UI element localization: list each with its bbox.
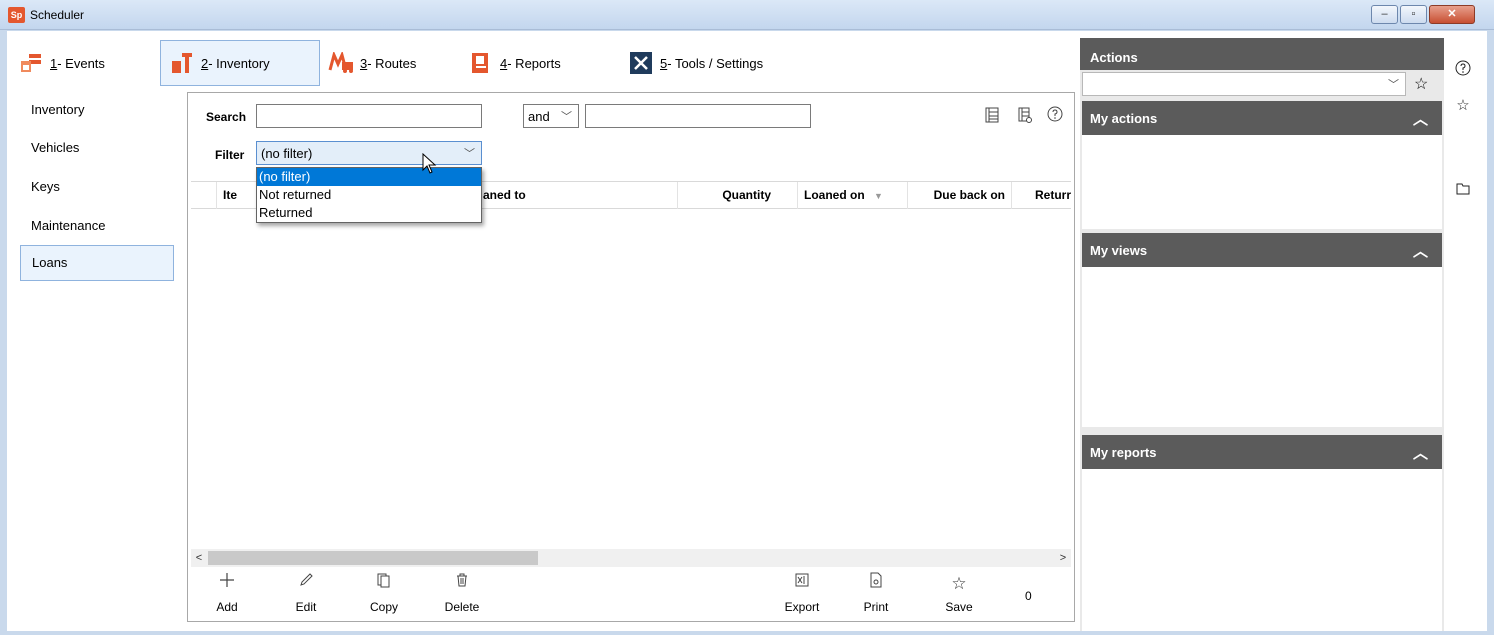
filter-label: Filter xyxy=(215,148,245,162)
collapse-icon[interactable]: ︿ xyxy=(1413,240,1428,261)
tab-label: - Events xyxy=(57,55,105,71)
actions-select[interactable]: ﹀ xyxy=(1082,72,1406,96)
nav-item-vehicles[interactable]: Vehicles xyxy=(20,131,174,165)
folder-icon[interactable] xyxy=(1452,182,1474,199)
column-header-loaned-on[interactable]: Loaned on ▼ xyxy=(797,182,907,209)
help-icon[interactable] xyxy=(1452,60,1474,80)
tab-events[interactable]: 1- Events xyxy=(10,40,113,86)
tab-label: - Routes xyxy=(367,55,417,71)
operator-value: and xyxy=(528,108,550,124)
copy-button[interactable]: Copy xyxy=(354,572,414,614)
dropdown-option-returned[interactable]: Returned xyxy=(257,204,481,222)
trash-icon xyxy=(432,572,492,596)
tab-inventory[interactable]: 2- Inventory xyxy=(160,40,320,86)
copy-label: Copy xyxy=(369,600,398,614)
delete-label: Delete xyxy=(444,600,480,614)
side-icon-strip xyxy=(1446,38,1487,631)
edit-button[interactable]: Edit xyxy=(276,572,336,614)
export-button[interactable]: Export xyxy=(772,572,832,614)
search-input-2[interactable] xyxy=(585,104,811,128)
operator-select[interactable]: and ﹀ xyxy=(523,104,579,128)
add-label: Add xyxy=(216,600,238,614)
star-add-icon: ☆ xyxy=(951,574,967,593)
edit-label: Edit xyxy=(295,600,317,614)
favorites-star-icon[interactable]: ☆ xyxy=(1452,96,1474,114)
tab-tools-settings[interactable]: 5- Tools / Settings xyxy=(620,40,771,86)
export-label: Export xyxy=(784,600,820,614)
mouse-cursor-icon xyxy=(422,152,438,178)
my-reports-title: My reports xyxy=(1090,445,1157,460)
delete-button[interactable]: Delete xyxy=(432,572,492,614)
save-label: Save xyxy=(945,600,973,614)
chevron-down-icon: ﹀ xyxy=(561,111,572,123)
loaned-on-label: Loaned on xyxy=(804,188,865,202)
excel-export-icon xyxy=(772,572,832,596)
scroll-left-icon[interactable]: < xyxy=(191,549,207,567)
filter-select[interactable]: (no filter) ﹀ xyxy=(256,141,482,165)
nav-item-inventory[interactable]: Inventory xyxy=(20,93,174,127)
dropdown-option-no-filter[interactable]: (no filter) xyxy=(257,168,481,186)
my-views-body xyxy=(1082,267,1442,427)
tab-label: - Inventory xyxy=(208,55,270,71)
pencil-icon xyxy=(276,572,336,596)
tab-label: - Tools / Settings xyxy=(667,55,764,71)
title-bar[interactable] xyxy=(0,0,1494,30)
add-button[interactable]: Add xyxy=(197,572,257,614)
search-label: Search xyxy=(206,110,247,124)
my-reports-header[interactable]: My reports ︿ xyxy=(1082,435,1442,469)
app-logo-icon: Sp xyxy=(8,7,25,23)
actions-title: Actions xyxy=(1090,50,1138,65)
search-input[interactable] xyxy=(256,104,482,128)
my-views-header[interactable]: My views ︿ xyxy=(1082,233,1442,267)
save-button[interactable]: ☆ Save xyxy=(929,572,989,614)
close-button[interactable]: ✕ xyxy=(1429,5,1475,24)
column-header-returned[interactable]: Returr xyxy=(1011,182,1071,209)
maximize-button[interactable]: ▫ xyxy=(1400,5,1427,24)
column-header-quantity[interactable]: Quantity xyxy=(677,182,797,209)
tab-routes[interactable]: 3- Routes xyxy=(320,40,424,86)
scroll-right-icon[interactable]: > xyxy=(1055,549,1071,567)
tab-label: - Reports xyxy=(507,55,561,71)
layout-settings-icon[interactable] xyxy=(1016,107,1034,127)
dropdown-option-not-returned[interactable]: Not returned xyxy=(257,186,481,204)
filter-dropdown-list[interactable]: (no filter) Not returned Returned xyxy=(256,167,482,223)
sort-desc-icon: ▼ xyxy=(874,191,883,201)
routes-icon xyxy=(328,51,354,75)
my-actions-body xyxy=(1082,135,1442,229)
tab-reports[interactable]: 4- Reports xyxy=(460,40,569,86)
record-count: 0 xyxy=(1025,589,1032,603)
column-header-due-back-on[interactable]: Due back on xyxy=(907,182,1011,209)
nav-item-maintenance[interactable]: Maintenance xyxy=(20,209,174,243)
print-button[interactable]: Print xyxy=(846,572,906,614)
nav-item-loans[interactable]: Loans xyxy=(20,245,174,281)
chevron-down-icon: ﹀ xyxy=(464,148,475,160)
reports-icon xyxy=(468,51,494,75)
collapse-icon[interactable]: ︿ xyxy=(1413,442,1428,463)
chevron-down-icon: ﹀ xyxy=(1388,79,1399,91)
scrollbar-thumb[interactable] xyxy=(208,551,538,565)
events-icon xyxy=(18,51,44,75)
minimize-button[interactable]: ‒ xyxy=(1371,5,1398,24)
my-views-title: My views xyxy=(1090,243,1148,258)
plus-icon xyxy=(197,572,257,596)
help-icon[interactable] xyxy=(1045,106,1065,126)
my-reports-body xyxy=(1082,469,1442,631)
filter-value: (no filter) xyxy=(261,145,313,161)
window-title: Scheduler xyxy=(30,8,85,22)
actions-header: Actions xyxy=(1080,38,1444,70)
my-actions-title: My actions xyxy=(1090,111,1158,126)
column-chooser-icon[interactable] xyxy=(983,107,1001,127)
my-actions-header[interactable]: My actions ︿ xyxy=(1082,101,1442,135)
collapse-icon[interactable]: ︿ xyxy=(1413,108,1428,129)
inventory-icon xyxy=(169,51,195,75)
tools-icon xyxy=(628,51,654,75)
column-header-loaned-to[interactable]: aned to xyxy=(477,182,677,209)
add-favorite-icon[interactable]: ☆ xyxy=(1414,74,1428,94)
copy-icon xyxy=(354,572,414,596)
print-icon xyxy=(846,572,906,596)
horizontal-scrollbar[interactable]: < > xyxy=(191,549,1071,567)
print-label: Print xyxy=(863,600,889,614)
nav-item-keys[interactable]: Keys xyxy=(20,170,174,204)
